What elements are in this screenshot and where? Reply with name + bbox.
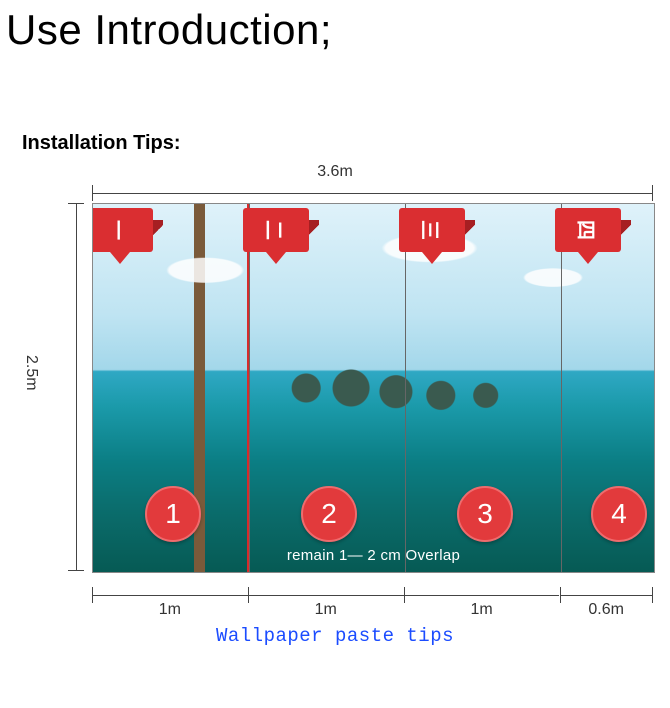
caption: Wallpaper paste tips [0, 625, 670, 647]
overlap-red-line [247, 204, 249, 572]
panel-1-width: 1m [159, 601, 181, 619]
bottom-dimension-bar: 1m 1m 1m 0.6m [92, 587, 653, 617]
total-height-label: 2.5m [22, 355, 40, 391]
panel-tab-3: 三 [399, 208, 465, 252]
panel-divider-3 [561, 203, 562, 573]
panel-number-1: 1 [145, 486, 201, 542]
panel-tab-2: 二 [243, 208, 309, 252]
page-title: Use Introduction; [6, 6, 670, 54]
panel-tab-4-label: 四 [566, 203, 610, 263]
top-dimension-bar [92, 185, 653, 201]
panel-tab-1: 一 [92, 208, 153, 252]
panel-number-3: 3 [457, 486, 513, 542]
left-dimension-bar [68, 203, 84, 571]
panel-tab-3-label: 三 [410, 203, 454, 263]
panel-4-width: 0.6m [588, 601, 624, 619]
panel-tab-1-label: 一 [98, 203, 142, 263]
panel-tab-2-label: 二 [254, 203, 298, 263]
total-width-label: 3.6m [0, 163, 670, 181]
panel-tab-4: 四 [555, 208, 621, 252]
section-heading: Installation Tips: [22, 132, 670, 155]
installation-diagram: 3.6m 2.5m 一 二 三 四 1 2 3 4 remain 1— 2 cm… [0, 155, 670, 625]
panel-divider-2 [405, 203, 406, 573]
panel-2-width: 1m [315, 601, 337, 619]
panel-number-4: 4 [591, 486, 647, 542]
mural-image: 一 二 三 四 1 2 3 4 remain 1— 2 cm Overlap [92, 203, 655, 573]
overlap-note: remain 1— 2 cm Overlap [93, 547, 654, 564]
panel-3-width: 1m [470, 601, 492, 619]
panel-number-2: 2 [301, 486, 357, 542]
